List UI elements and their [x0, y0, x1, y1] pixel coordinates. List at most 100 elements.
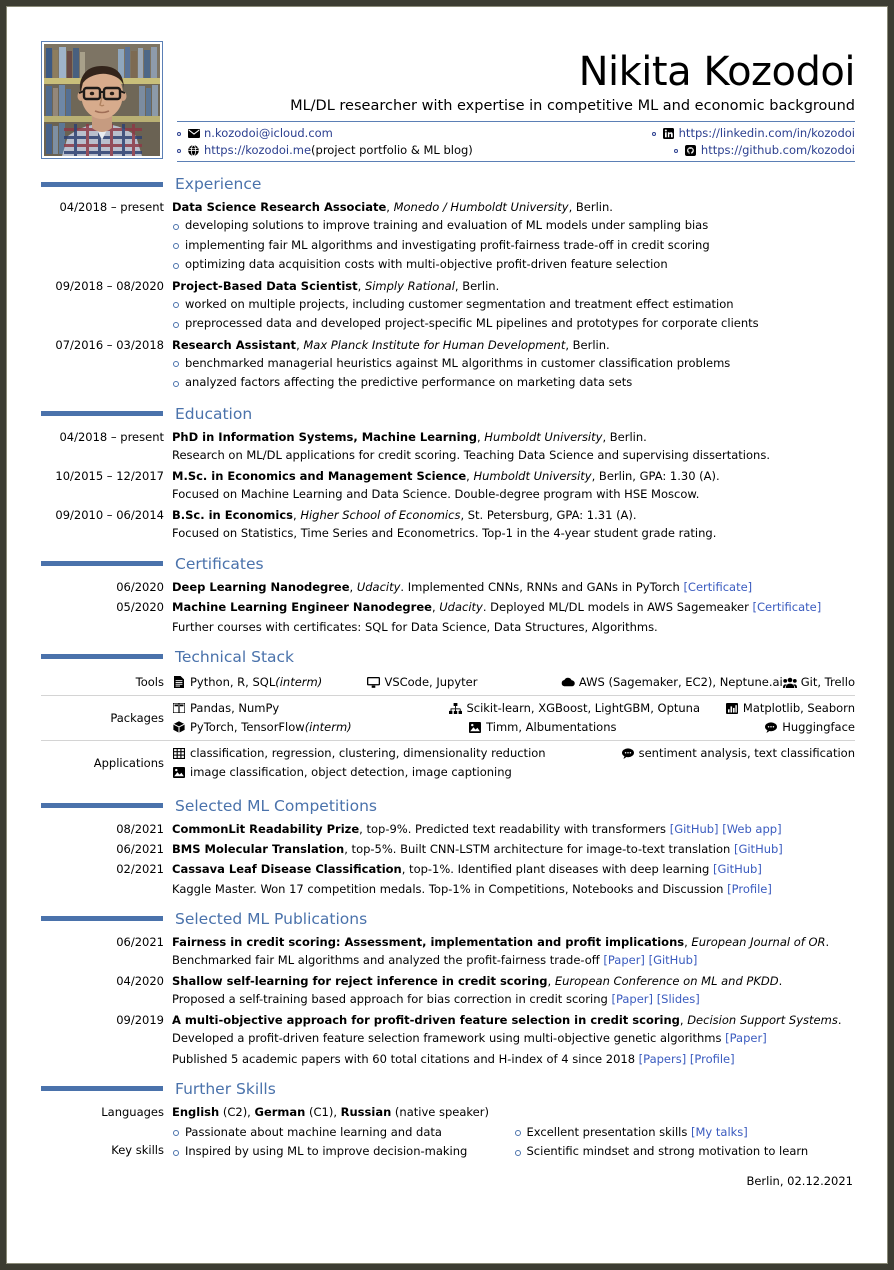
- publication-entry: 09/2019 A multi-objective approach for p…: [41, 1011, 855, 1048]
- competition-entry: 08/2021 CommonLit Readability Prize, top…: [41, 820, 855, 838]
- entry-detail: Research on ML/DL applications for credi…: [172, 447, 770, 462]
- tech-item-text: PyTorch, TensorFlow: [190, 719, 305, 734]
- contact-email-text: n.kozodoi@icloud.com: [204, 126, 333, 140]
- language-level: (C2),: [219, 1104, 255, 1119]
- section-title-experience: Experience: [175, 175, 262, 193]
- competitions-footnote-row: Kaggle Master. Won 17 competition medals…: [41, 880, 855, 898]
- portrait-image: [44, 44, 160, 156]
- entry-name: Deep Learning Nanodegree: [172, 579, 350, 594]
- users-icon: [782, 676, 797, 689]
- list-item: Excellent presentation skills [My talks]: [514, 1123, 856, 1143]
- entry-name: Fairness in credit scoring: Assessment, …: [172, 934, 685, 949]
- contact-linkedin-text: https://linkedin.com/in/kozodoi: [678, 126, 855, 140]
- entry-bullets: developing solutions to improve training…: [172, 216, 855, 275]
- entry-location: , St. Petersburg, GPA: 1.31 (A).: [460, 507, 637, 522]
- tech-row-tools: Tools Python, R, SQL (interm) VSCode, Ju…: [41, 670, 855, 695]
- contact-website-note: (project portfolio & ML blog): [311, 143, 473, 157]
- entry-location: , Berlin.: [602, 429, 647, 444]
- entry-name: Shallow self-learning for reject inferen…: [172, 973, 548, 988]
- list-item: implementing fair ML algorithms and inve…: [172, 236, 855, 256]
- section-publications: Selected ML Publications 06/2021 Fairnes…: [41, 910, 855, 1068]
- education-entry: 04/2018 – present PhD in Information Sys…: [41, 428, 855, 465]
- entry-org: Monedo / Humboldt University: [393, 200, 569, 214]
- entry-detail: . Implemented CNNs, RNNs and GANs in PyT…: [400, 579, 684, 594]
- paper-link[interactable]: [Paper]: [725, 1031, 767, 1045]
- tech-item-text: VSCode, Jupyter: [384, 674, 478, 689]
- paper-link[interactable]: [Paper]: [603, 953, 645, 967]
- entry-date: 05/2020: [116, 599, 164, 614]
- competitions-footnote: Kaggle Master. Won 17 competition medals…: [172, 881, 728, 896]
- contact-website[interactable]: https://kozodoi.me (project portfolio & …: [177, 142, 516, 159]
- contact-email[interactable]: n.kozodoi@icloud.com: [177, 125, 516, 142]
- papers-link[interactable]: [Papers]: [639, 1052, 687, 1066]
- slides-link[interactable]: [Slides]: [657, 992, 700, 1006]
- github-link[interactable]: [GitHub]: [670, 822, 719, 836]
- my-talks-link[interactable]: [My talks]: [691, 1125, 748, 1139]
- entry-date-empty: [41, 618, 172, 636]
- tech-item-matplotlib: Matplotlib, Seaborn: [725, 699, 855, 718]
- entry-date: 04/2018 – present: [59, 429, 164, 444]
- entry-degree: B.Sc. in Economics: [172, 507, 293, 522]
- tech-item-text: Huggingface: [782, 719, 856, 734]
- entry-location: , Berlin, GPA: 1.30 (A).: [591, 468, 720, 483]
- entry-date: 06/2021: [116, 934, 164, 949]
- tech-item-python: Python, R, SQL (interm): [172, 673, 366, 692]
- education-entry: 10/2015 – 12/2017 M.Sc. in Economics and…: [41, 467, 855, 504]
- profile-link[interactable]: [Profile]: [690, 1052, 735, 1066]
- section-bar: [41, 561, 163, 566]
- competition-entry: 06/2021 BMS Molecular Translation, top-5…: [41, 840, 855, 858]
- github-icon: [684, 144, 697, 157]
- certificate-link[interactable]: [Certificate]: [683, 580, 752, 594]
- entry-org: Simply Rational: [364, 278, 455, 293]
- tech-item-em: (interm): [275, 674, 323, 689]
- sitemap-icon: [448, 702, 462, 715]
- experience-entry: 07/2016 – 03/2018 Research Assistant, Ma…: [41, 336, 855, 393]
- cube-icon: [172, 721, 186, 734]
- webapp-link[interactable]: [Web app]: [722, 822, 781, 836]
- bullet-icon: [177, 131, 181, 136]
- paper-link[interactable]: [Paper]: [611, 992, 653, 1006]
- entry-org: Humboldt University: [473, 468, 592, 483]
- tech-item-text: Matplotlib, Seaborn: [742, 700, 855, 715]
- section-title-technical-stack: Technical Stack: [175, 647, 295, 666]
- tech-item-aws: AWS (Sagemaker, EC2), Neptune.ai: [561, 673, 783, 692]
- tech-item-text: Git, Trello: [800, 674, 855, 689]
- github-link[interactable]: [GitHub]: [734, 842, 783, 856]
- portrait-svg: [44, 44, 160, 156]
- entry-org: Udacity: [356, 579, 401, 594]
- entry-date-empty: [41, 880, 172, 898]
- list-item: Scientific mindset and strong motivation…: [514, 1142, 856, 1162]
- entry-location: , Berlin.: [568, 200, 613, 214]
- contact-github-text: https://github.com/kozodoi: [700, 143, 855, 157]
- tech-item-text: Python, R, SQL: [190, 674, 276, 689]
- list-item: developing solutions to improve training…: [172, 216, 855, 236]
- github-link[interactable]: [GitHub]: [713, 862, 762, 876]
- entry-role: Data Science Research Associate: [172, 200, 387, 214]
- github-link[interactable]: [GitHub]: [649, 953, 698, 967]
- profile-link[interactable]: [Profile]: [727, 882, 772, 896]
- section-experience: Experience 04/2018 – present Data Scienc…: [41, 175, 855, 393]
- entry-date-empty: [41, 1050, 172, 1068]
- section-bar: [41, 654, 163, 659]
- entry-role: Research Assistant: [172, 337, 297, 352]
- entry-venue: European Conference on ML and PKDD: [554, 973, 779, 988]
- profile-photo: [41, 41, 163, 159]
- languages-label: Languages: [101, 1104, 164, 1119]
- tech-item-vscode: VSCode, Jupyter: [366, 673, 560, 692]
- list-item: Inspired by using ML to improve decision…: [172, 1142, 514, 1162]
- entry-date: 04/2018 – present: [59, 200, 164, 214]
- certificate-link[interactable]: [Certificate]: [753, 600, 822, 614]
- tech-label: Packages: [110, 710, 164, 725]
- contact-linkedin[interactable]: https://linkedin.com/in/kozodoi: [516, 125, 855, 142]
- language-name: Russian: [340, 1104, 392, 1119]
- contact-github[interactable]: https://github.com/kozodoi: [516, 142, 855, 159]
- section-bar: [41, 181, 163, 187]
- entry-date: 07/2016 – 03/2018: [55, 337, 164, 352]
- tech-item-sentiment: sentiment analysis, text classification: [621, 744, 855, 763]
- tech-item-text: classification, regression, clustering, …: [190, 745, 546, 760]
- linkedin-icon: [662, 127, 675, 140]
- header-divider-bottom: [177, 161, 855, 162]
- entry-date: 06/2020: [116, 579, 164, 594]
- chart-bar-icon: [725, 702, 739, 715]
- entry-venue-suffix: .: [825, 934, 830, 949]
